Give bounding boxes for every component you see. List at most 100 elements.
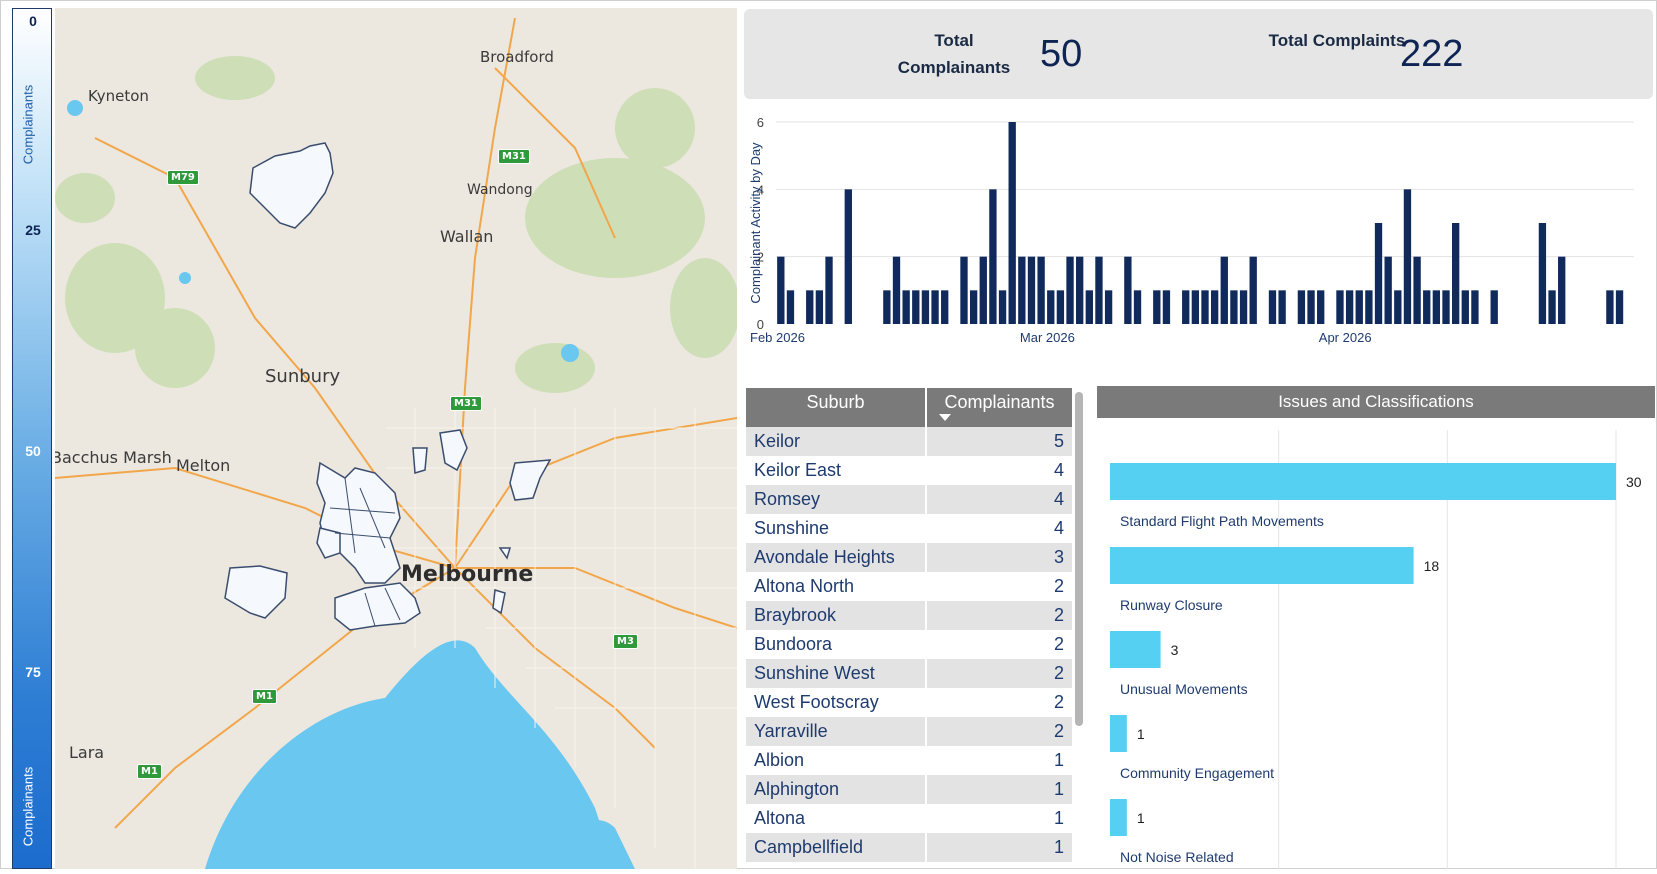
- activity-bar[interactable]: [1008, 122, 1016, 324]
- activity-bar[interactable]: [825, 256, 833, 324]
- activity-bar[interactable]: [1085, 290, 1093, 324]
- daily-activity-chart[interactable]: 0 2 4 6 Feb 2026 Mar 2026 Apr 2026 Complainant …: [744, 108, 1656, 370]
- activity-bar[interactable]: [1336, 290, 1344, 324]
- activity-bar[interactable]: [844, 189, 852, 324]
- table-row[interactable]: Keilor East 4: [746, 456, 1072, 485]
- activity-bar[interactable]: [1471, 290, 1479, 324]
- activity-bar[interactable]: [1538, 223, 1547, 324]
- activity-bar[interactable]: [969, 290, 978, 324]
- activity-bar[interactable]: [989, 189, 997, 324]
- activity-bar[interactable]: [786, 290, 795, 324]
- activity-bar[interactable]: [931, 290, 939, 324]
- activity-bar[interactable]: [960, 256, 968, 324]
- table-row[interactable]: Yarraville 2: [746, 717, 1072, 746]
- table-row[interactable]: West Footscray 2: [746, 688, 1072, 717]
- activity-bar[interactable]: [979, 256, 987, 324]
- activity-bar[interactable]: [1182, 290, 1190, 324]
- activity-bar[interactable]: [1191, 290, 1200, 324]
- activity-bar[interactable]: [777, 256, 785, 324]
- activity-bar[interactable]: [1076, 256, 1084, 324]
- activity-bar[interactable]: [1210, 290, 1219, 324]
- table-row[interactable]: Bundoora 2: [746, 630, 1072, 659]
- table-row[interactable]: Keilor 5: [746, 427, 1072, 456]
- suburb-cell: Sunshine West: [746, 659, 927, 688]
- activity-bar[interactable]: [1201, 290, 1209, 324]
- activity-bar[interactable]: [1374, 223, 1383, 324]
- table-row[interactable]: Sunshine 4: [746, 514, 1072, 543]
- activity-bar[interactable]: [1365, 290, 1373, 324]
- activity-bar[interactable]: [1413, 256, 1421, 324]
- sort-desc-icon: [939, 414, 951, 421]
- activity-bar[interactable]: [1268, 290, 1277, 324]
- activity-bar[interactable]: [1047, 290, 1055, 324]
- activity-bar[interactable]: [998, 290, 1007, 324]
- issue-bar[interactable]: [1110, 463, 1616, 500]
- table-row[interactable]: Romsey 4: [746, 485, 1072, 514]
- map-canvas: [55, 17, 737, 869]
- activity-bar[interactable]: [1345, 290, 1354, 324]
- suburb-cell: Keilor East: [746, 456, 927, 485]
- table-row[interactable]: Altona 1: [746, 804, 1072, 833]
- complainants-cell: 2: [1053, 605, 1064, 625]
- activity-bar[interactable]: [883, 290, 891, 324]
- issues-chart[interactable]: 30 Standard Flight Path Movements 18 Runway…: [1097, 420, 1657, 869]
- activity-bar[interactable]: [1297, 290, 1306, 324]
- activity-bar[interactable]: [1278, 290, 1286, 324]
- activity-bar[interactable]: [1027, 256, 1036, 324]
- table-row[interactable]: Alphington 1: [746, 775, 1072, 804]
- table-row[interactable]: Campbellfield 1: [746, 833, 1072, 862]
- activity-bar[interactable]: [1403, 189, 1412, 324]
- issue-bar[interactable]: [1110, 631, 1161, 668]
- activity-bar[interactable]: [1606, 290, 1614, 324]
- activity-bar[interactable]: [1104, 290, 1113, 324]
- activity-bar[interactable]: [1558, 256, 1566, 324]
- activity-bar[interactable]: [1317, 290, 1325, 324]
- activity-bar[interactable]: [892, 256, 901, 324]
- activity-bar[interactable]: [1056, 290, 1065, 324]
- activity-bar[interactable]: [1615, 290, 1624, 324]
- activity-bar[interactable]: [1442, 290, 1450, 324]
- issue-bar[interactable]: [1110, 547, 1414, 584]
- complaints-map[interactable]: Broadford Kyneton Wandong Wallan Sunbury…: [55, 8, 737, 869]
- issue-bar[interactable]: [1110, 799, 1127, 836]
- activity-bar[interactable]: [902, 290, 910, 324]
- activity-bar[interactable]: [1432, 290, 1441, 324]
- activity-bar[interactable]: [1153, 290, 1161, 324]
- activity-bar[interactable]: [1249, 256, 1257, 324]
- table-row[interactable]: Sunshine West 2: [746, 659, 1072, 688]
- activity-bar[interactable]: [1018, 256, 1026, 324]
- activity-bar[interactable]: [815, 290, 824, 324]
- issue-bar[interactable]: [1110, 715, 1127, 752]
- activity-bar[interactable]: [1307, 290, 1315, 324]
- activity-bar[interactable]: [1095, 256, 1103, 324]
- suburb-table[interactable]: Suburb Complainants Keilor 5 Keilor East 4 R…: [746, 388, 1072, 862]
- activity-bar[interactable]: [1220, 256, 1228, 324]
- activity-bar[interactable]: [1066, 256, 1074, 324]
- activity-bar[interactable]: [1355, 290, 1363, 324]
- column-header-suburb[interactable]: Suburb: [746, 388, 927, 427]
- activity-bar[interactable]: [1423, 290, 1431, 324]
- activity-bar[interactable]: [1124, 256, 1132, 324]
- issues-chart-title: Issues and Classifications: [1097, 386, 1655, 418]
- table-row[interactable]: Albion 1: [746, 746, 1072, 775]
- activity-bar[interactable]: [806, 290, 814, 324]
- column-header-complainants[interactable]: Complainants: [927, 388, 1072, 427]
- activity-bar[interactable]: [1239, 290, 1248, 324]
- activity-bar[interactable]: [1548, 290, 1556, 324]
- activity-bar[interactable]: [912, 290, 920, 324]
- activity-bar[interactable]: [1384, 256, 1392, 324]
- table-row[interactable]: Braybrook 2: [746, 601, 1072, 630]
- table-scrollbar[interactable]: [1075, 392, 1083, 726]
- activity-bar[interactable]: [1461, 290, 1469, 324]
- table-row[interactable]: Altona North 2: [746, 572, 1072, 601]
- activity-bar[interactable]: [1394, 290, 1402, 324]
- activity-bar[interactable]: [921, 290, 930, 324]
- table-row[interactable]: Avondale Heights 3: [746, 543, 1072, 572]
- activity-bar[interactable]: [1133, 290, 1142, 324]
- activity-bar[interactable]: [1230, 290, 1238, 324]
- activity-bar[interactable]: [1490, 290, 1498, 324]
- activity-bar[interactable]: [1037, 256, 1045, 324]
- activity-bar[interactable]: [1451, 223, 1460, 324]
- activity-bar[interactable]: [941, 290, 949, 324]
- activity-bar[interactable]: [1162, 290, 1171, 324]
